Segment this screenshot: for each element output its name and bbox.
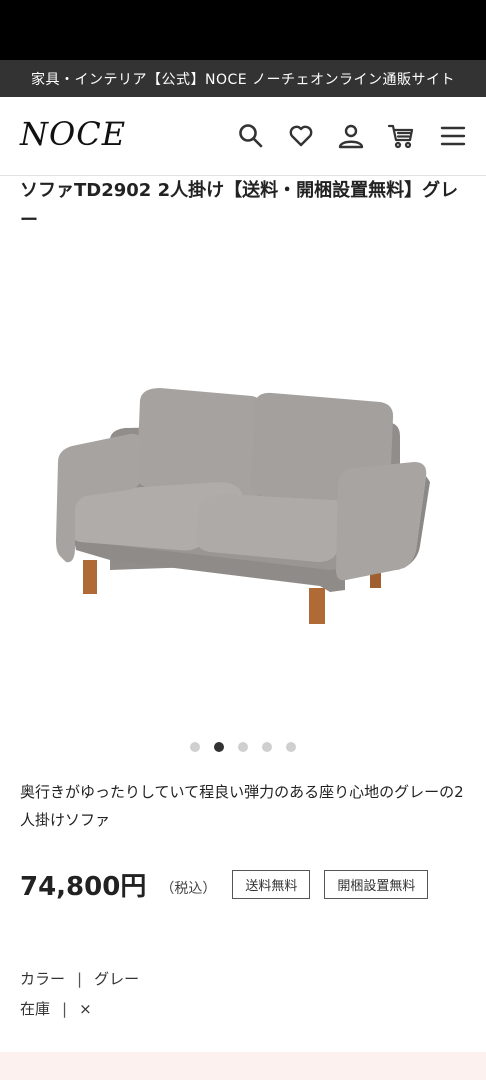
search-icon[interactable] — [234, 119, 268, 153]
carousel-dot[interactable] — [238, 742, 248, 752]
spec-stock: 在庫 | × — [20, 998, 92, 1019]
product-title: ソファTD2902 2人掛け【送料・開梱設置無料】グレー — [20, 180, 459, 231]
spec-value: × — [79, 999, 92, 1018]
spec-value: グレー — [94, 970, 140, 988]
carousel-dot[interactable] — [262, 742, 272, 752]
spec-label: カラー — [20, 970, 66, 988]
product-description: 奥行きがゆったりしていて程良い弾力のある座り心地のグレーの2人掛けソファ — [20, 783, 464, 829]
top-banner: 家具・インテリア【公式】NOCE ノーチェオンライン通販サイト — [0, 60, 486, 97]
spec-separator: | — [62, 999, 68, 1018]
spec-label: 在庫 — [20, 1000, 51, 1018]
free-installation-badge: 開梱設置無料 — [324, 870, 429, 899]
free-shipping-badge: 送料無料 — [232, 870, 311, 899]
spec-separator: | — [77, 969, 83, 988]
cart-icon[interactable] — [384, 119, 418, 153]
price-row: 74,800円 （税込） 送料無料 開梱設置無料 — [20, 866, 429, 903]
carousel-dot[interactable] — [190, 742, 200, 752]
sofa-leg — [309, 588, 325, 624]
carousel-dots — [0, 742, 486, 752]
user-icon[interactable] — [334, 119, 368, 153]
status-bar — [0, 0, 486, 60]
menu-icon[interactable] — [436, 119, 470, 153]
carousel-dot[interactable] — [286, 742, 296, 752]
product-image[interactable] — [0, 250, 486, 730]
spec-color: カラー | グレー — [20, 968, 139, 989]
tax-note: （税込） — [160, 880, 217, 897]
logo[interactable]: NOCE — [20, 115, 126, 153]
price: 74,800円 — [20, 872, 147, 902]
sofa-leg — [83, 560, 97, 594]
carousel-dot-active[interactable] — [214, 742, 224, 752]
heart-icon[interactable] — [284, 119, 318, 153]
bottom-strip — [0, 1052, 486, 1080]
site-header: NOCE — [0, 97, 486, 176]
banner-text: 家具・インテリア【公式】NOCE ノーチェオンライン通販サイト — [30, 71, 456, 88]
